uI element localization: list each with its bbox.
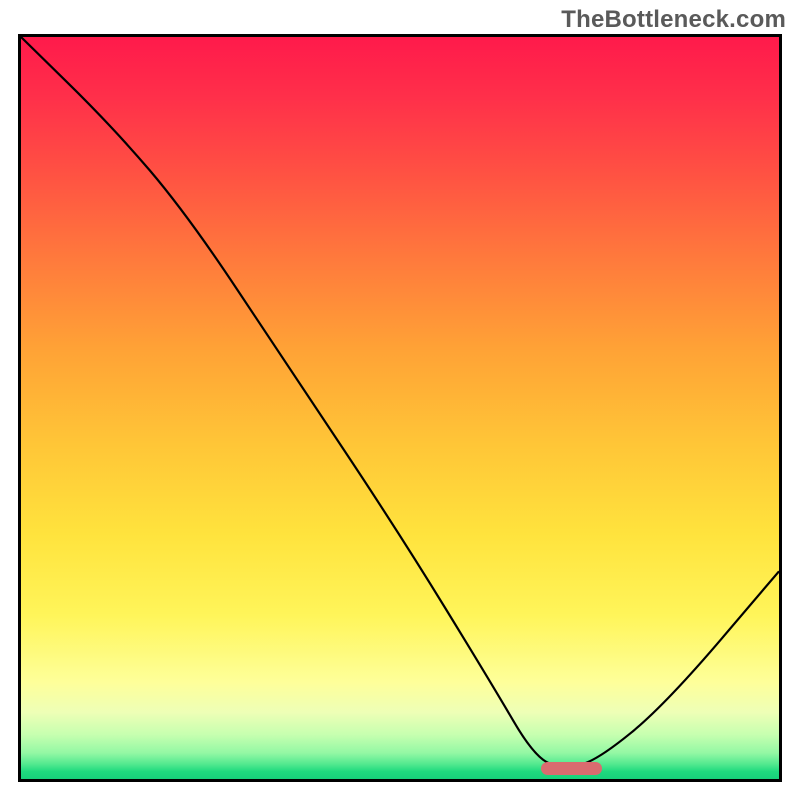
watermark-label: TheBottleneck.com xyxy=(561,6,786,34)
plot-frame xyxy=(18,34,782,782)
curve-path xyxy=(21,37,779,766)
bottleneck-curve xyxy=(21,37,779,779)
chart-container: TheBottleneck.com xyxy=(0,0,800,800)
optimal-marker xyxy=(541,762,602,775)
